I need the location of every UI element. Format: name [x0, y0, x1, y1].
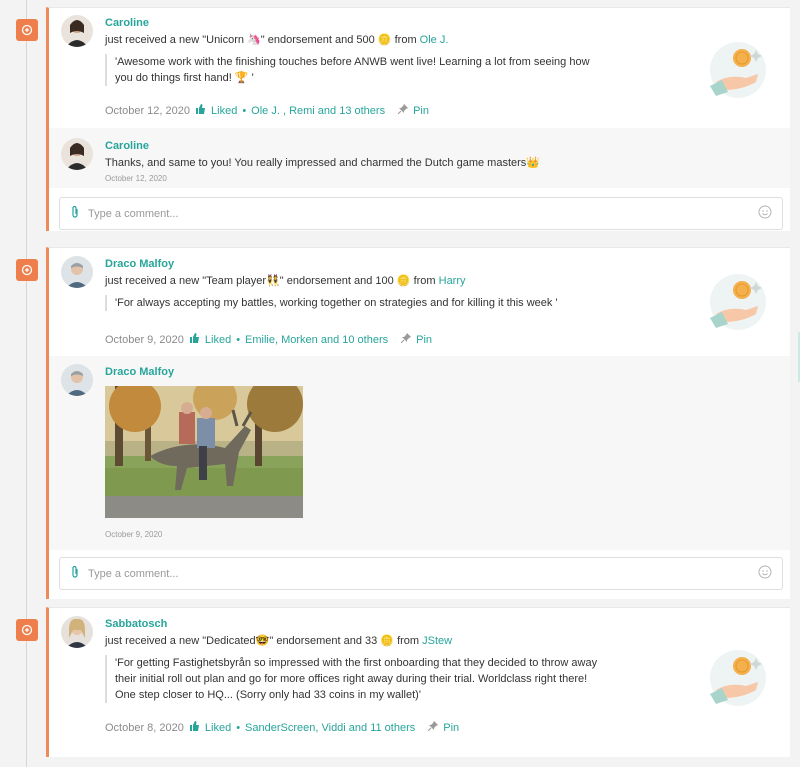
post-meta: October 9, 2020 Liked • Emilie, Morken a…: [105, 333, 665, 346]
pin-icon[interactable]: [397, 104, 409, 117]
pin-button[interactable]: Pin: [443, 722, 459, 734]
endorsement-card: Sabbatosch just received a new "Dedicate…: [46, 607, 790, 757]
avatar[interactable]: [61, 138, 93, 170]
endorsement-quote: 'For always accepting my battles, workin…: [105, 295, 605, 311]
avatar[interactable]: [61, 256, 93, 288]
action-text: just received a new "Unicorn: [105, 34, 248, 46]
post-meta: October 12, 2020 Liked • Ole J. , Remi a…: [105, 104, 665, 117]
post-date: October 8, 2020: [105, 721, 184, 734]
likers-link[interactable]: Emilie, Morken and 10 others: [245, 334, 388, 346]
bullet-separator: •: [236, 721, 241, 734]
like-button[interactable]: Liked: [205, 722, 231, 734]
post-date: October 9, 2020: [105, 333, 184, 346]
badge-emoji: 🦄: [247, 34, 261, 46]
endorsement-timeline-icon: [16, 19, 38, 41]
endorsement-quote: 'For getting Fastighetsbyrån so impresse…: [105, 655, 605, 703]
reply-author[interactable]: Caroline: [105, 140, 540, 152]
bullet-separator: •: [236, 333, 241, 346]
coin-hand-illustration: [706, 38, 768, 100]
paperclip-icon[interactable]: [70, 565, 80, 582]
badge-emoji: 👯: [266, 275, 280, 287]
comment-input[interactable]: Type a comment...: [59, 197, 783, 230]
pin-icon[interactable]: [400, 333, 412, 346]
reply-text: Thanks, and same to you! You really impr…: [105, 157, 540, 169]
thumbs-up-icon[interactable]: [189, 721, 200, 734]
endorsement-description: just received a new "Team player👯" endor…: [105, 274, 665, 287]
coins-text: " endorsement and 33: [269, 635, 381, 647]
emoji-icon[interactable]: [758, 205, 772, 222]
coin-icon: 🪙: [377, 34, 392, 46]
author-name[interactable]: Draco Malfoy: [105, 258, 665, 270]
pin-icon[interactable]: [427, 721, 439, 734]
avatar[interactable]: [61, 616, 93, 648]
reply-date: October 9, 2020: [105, 530, 163, 539]
endorsement-card: Draco Malfoy just received a new "Team p…: [46, 247, 790, 599]
likers-link[interactable]: Ole J. , Remi and 13 others: [251, 105, 385, 117]
author-name[interactable]: Sabbatosch: [105, 618, 665, 630]
like-button[interactable]: Liked: [205, 334, 231, 346]
endorsement-timeline-icon: [16, 619, 38, 641]
reply: Caroline Thanks, and same to you! You re…: [49, 128, 790, 188]
post-meta: October 8, 2020 Liked • SanderScreen, Vi…: [105, 721, 665, 734]
action-text: just received a new "Dedicated: [105, 635, 256, 647]
from-text: from: [397, 635, 420, 647]
coins-text: " endorsement and 100: [279, 275, 397, 287]
bullet-separator: •: [242, 104, 247, 117]
endorsement-post: Sabbatosch just received a new "Dedicate…: [49, 608, 790, 757]
pin-button[interactable]: Pin: [413, 105, 429, 117]
coin-icon: 🪙: [396, 275, 411, 287]
emoji-icon[interactable]: [758, 565, 772, 582]
action-text: just received a new "Team player: [105, 275, 267, 287]
post-date: October 12, 2020: [105, 104, 191, 117]
thumbs-up-icon[interactable]: [189, 333, 200, 346]
comment-placeholder: Type a comment...: [88, 207, 179, 220]
giver-link[interactable]: Ole J.: [420, 34, 449, 46]
endorsement-timeline-icon: [16, 259, 38, 281]
avatar[interactable]: [61, 15, 93, 47]
giver-link[interactable]: Harry: [439, 275, 466, 287]
reply: Draco Malfoy October 9, 2020: [49, 356, 790, 550]
reply-gif-image[interactable]: [105, 386, 303, 518]
comment-placeholder: Type a comment...: [88, 567, 179, 580]
badge-emoji: 🤓: [255, 635, 270, 647]
endorsement-quote: 'Awesome work with the finishing touches…: [105, 54, 605, 86]
reply-author[interactable]: Draco Malfoy: [105, 366, 303, 378]
pin-button[interactable]: Pin: [416, 334, 432, 346]
coins-text: " endorsement and 500: [260, 34, 378, 46]
from-text: from: [413, 275, 436, 287]
coin-hand-illustration: [706, 646, 768, 708]
coin-icon: 🪙: [380, 635, 394, 647]
timeline-line: [26, 0, 27, 767]
giver-link[interactable]: JStew: [422, 635, 452, 647]
coin-hand-illustration: [706, 270, 768, 332]
comment-input[interactable]: Type a comment...: [59, 557, 783, 590]
endorsement-description: just received a new "Dedicated🤓" endorse…: [105, 634, 665, 647]
reply-date: October 12, 2020: [105, 174, 167, 183]
author-name[interactable]: Caroline: [105, 17, 665, 29]
avatar[interactable]: [61, 364, 93, 396]
from-text: from: [394, 34, 417, 46]
like-button[interactable]: Liked: [211, 105, 237, 117]
endorsement-description: just received a new "Unicorn 🦄" endorsem…: [105, 33, 665, 46]
thumbs-up-icon[interactable]: [195, 104, 206, 117]
paperclip-icon[interactable]: [70, 205, 80, 222]
likers-link[interactable]: SanderScreen, Viddi and 11 others: [245, 722, 415, 734]
endorsement-card: Caroline just received a new "Unicorn 🦄"…: [46, 7, 790, 231]
